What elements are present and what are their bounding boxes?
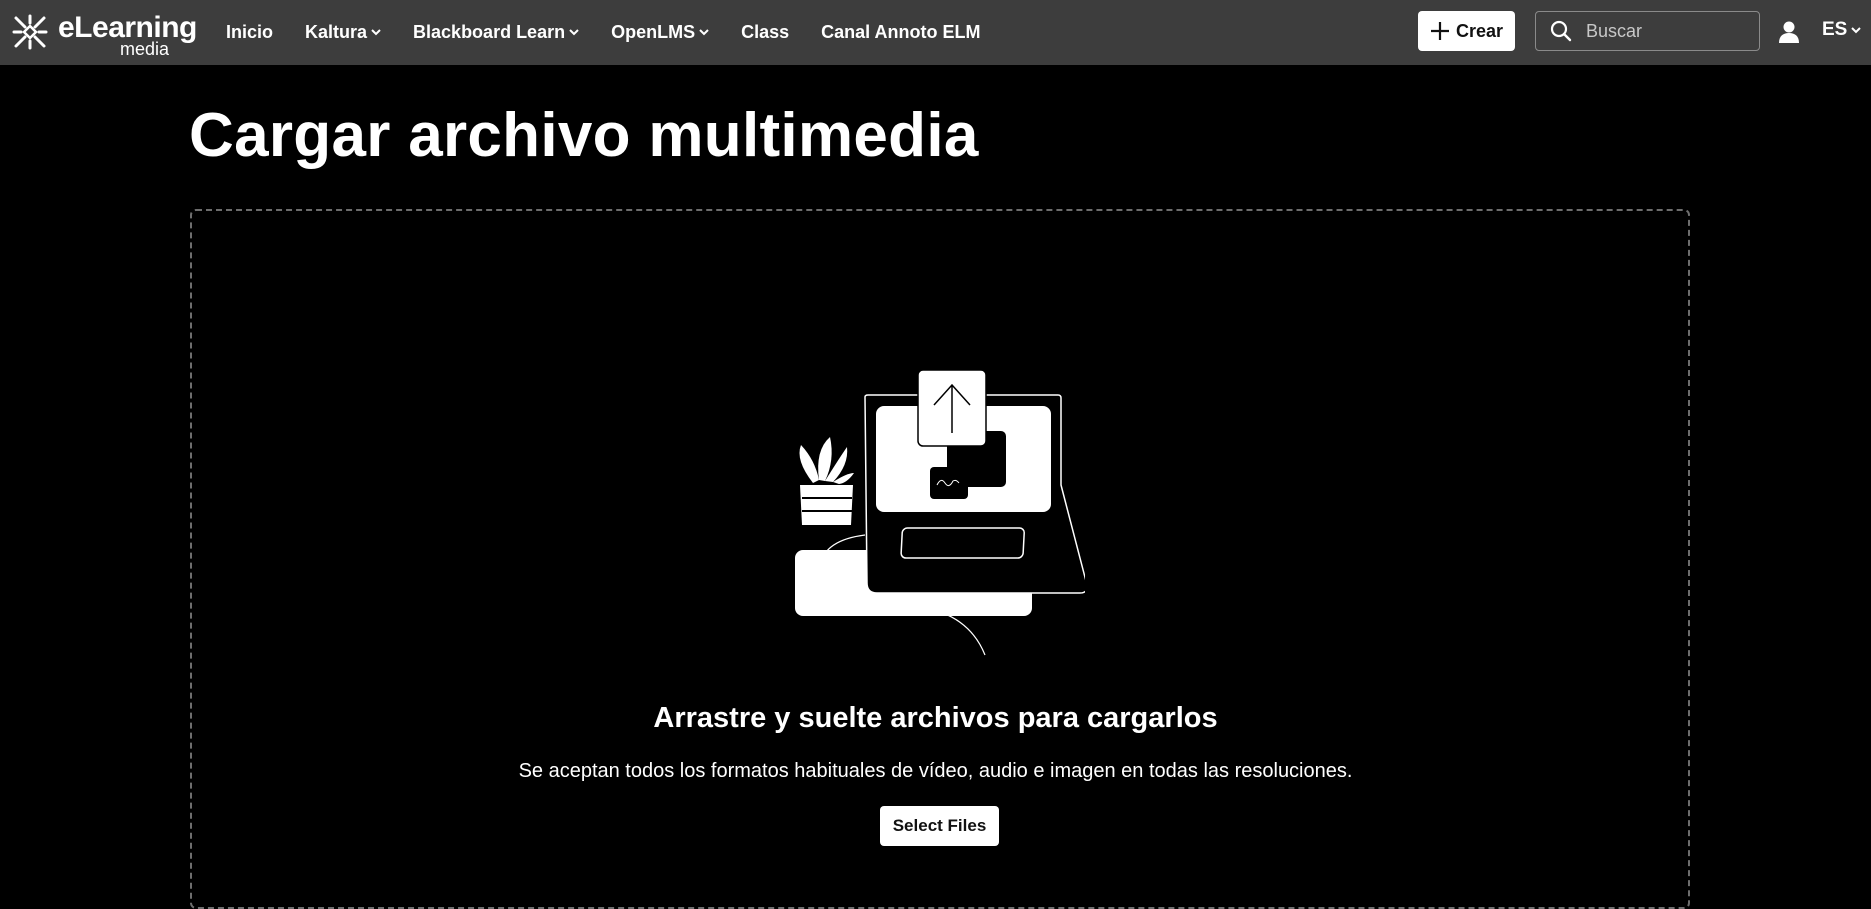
top-navigation-bar: eLearning media Inicio Kaltura Blackboar… [0, 0, 1871, 65]
logo-subtext: media [120, 39, 170, 59]
language-label: ES [1822, 19, 1848, 40]
nav-item-kaltura[interactable]: Kaltura [305, 22, 381, 43]
nav-item-label: Canal Annoto ELM [821, 22, 981, 42]
main-nav: Inicio Kaltura Blackboard Learn OpenLMS … [226, 0, 1012, 65]
nav-item-label: Blackboard Learn [413, 22, 566, 42]
plus-icon [1430, 22, 1449, 40]
language-selector[interactable]: ES [1822, 19, 1862, 41]
dropzone-heading: Arrastre y suelte archivos para cargarlo… [653, 702, 1218, 734]
select-files-button[interactable]: Select Files [880, 806, 999, 846]
nav-item-class[interactable]: Class [741, 22, 789, 43]
nav-item-canal-annoto-elm[interactable]: Canal Annoto ELM [821, 22, 980, 43]
search-input[interactable] [1584, 19, 1748, 43]
create-button[interactable]: Crear [1418, 11, 1515, 51]
user-icon [1779, 21, 1799, 43]
chevron-down-icon [569, 29, 579, 36]
upload-illustration [795, 369, 1085, 656]
page-title: Cargar archivo multimedia [189, 101, 979, 170]
logo-icon [12, 14, 48, 50]
dropzone-description: Se aceptan todos los formatos habituales… [518, 760, 1353, 782]
nav-item-label: OpenLMS [611, 22, 696, 42]
chevron-down-icon [371, 29, 381, 36]
user-menu-button[interactable] [1778, 20, 1800, 44]
create-button-label: Crear [1455, 20, 1504, 41]
nav-item-openlms[interactable]: OpenLMS [611, 22, 709, 43]
nav-item-label: Kaltura [305, 22, 368, 42]
search-icon [1550, 20, 1572, 42]
nav-item-label: Class [741, 22, 790, 42]
elearning-media-logo[interactable]: eLearning media [10, 9, 197, 59]
nav-item-blackboard-learn[interactable]: Blackboard Learn [413, 22, 579, 43]
chevron-down-icon [1851, 26, 1862, 33]
search-box[interactable] [1535, 11, 1760, 51]
nav-item-inicio[interactable]: Inicio [226, 22, 273, 43]
chevron-down-icon [699, 29, 709, 36]
nav-item-label: Inicio [226, 22, 274, 42]
